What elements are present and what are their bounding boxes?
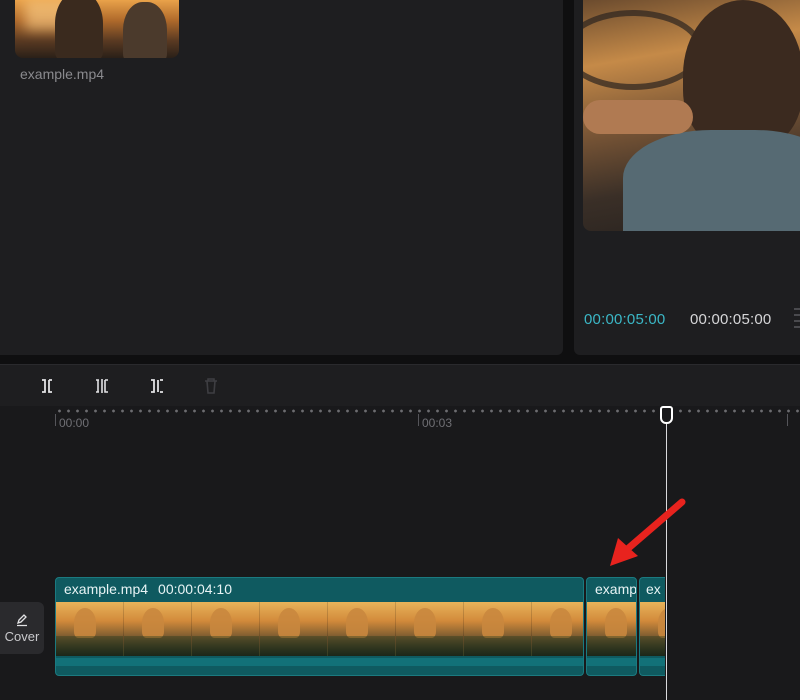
timeline-toolbar [0,364,800,406]
clip-duration: 00:00:04:10 [158,581,233,597]
media-panel: example.mp4 [0,0,563,355]
delete-icon[interactable] [200,375,222,397]
player-menu-icon[interactable] [794,308,800,328]
playhead-handle[interactable] [660,406,673,424]
media-thumbnail[interactable] [15,0,179,58]
clip-audio-bar [640,658,665,666]
media-file-name: example.mp4 [20,66,105,82]
video-clip-split-1[interactable]: examp [586,577,637,676]
video-editor-window: example.mp4 00:00:05:00 00:00:05:00 00:0… [0,0,800,700]
total-time: 00:00:05:00 [690,311,772,328]
split-right-icon[interactable] [146,375,168,397]
clip-filmstrip [640,602,665,656]
cover-label: Cover [4,628,40,644]
clip-name: ex [646,581,661,597]
video-clip-split-2[interactable]: ex [639,577,665,676]
edit-pencil-icon [16,613,27,626]
ruler-label-mid: 00:03 [422,416,453,430]
split-icon[interactable] [91,375,113,397]
clip-filmstrip [587,602,636,656]
time-ruler[interactable]: 00:00 00:03 [55,408,800,432]
ruler-label-start: 00:00 [59,416,90,430]
video-preview[interactable] [583,0,800,231]
clip-filmstrip [56,602,583,656]
split-left-icon[interactable] [36,375,58,397]
video-clip-main[interactable]: example.mp4 00:00:04:10 [55,577,584,676]
player-panel: 00:00:05:00 00:00:05:00 [574,0,800,355]
clip-name: examp [595,581,637,597]
clip-audio-bar [56,658,583,666]
clip-audio-bar [587,658,636,666]
current-time: 00:00:05:00 [584,311,666,328]
clip-name: example.mp4 [64,581,149,597]
annotation-arrow-icon [610,498,686,566]
cover-button[interactable]: Cover [0,602,44,654]
